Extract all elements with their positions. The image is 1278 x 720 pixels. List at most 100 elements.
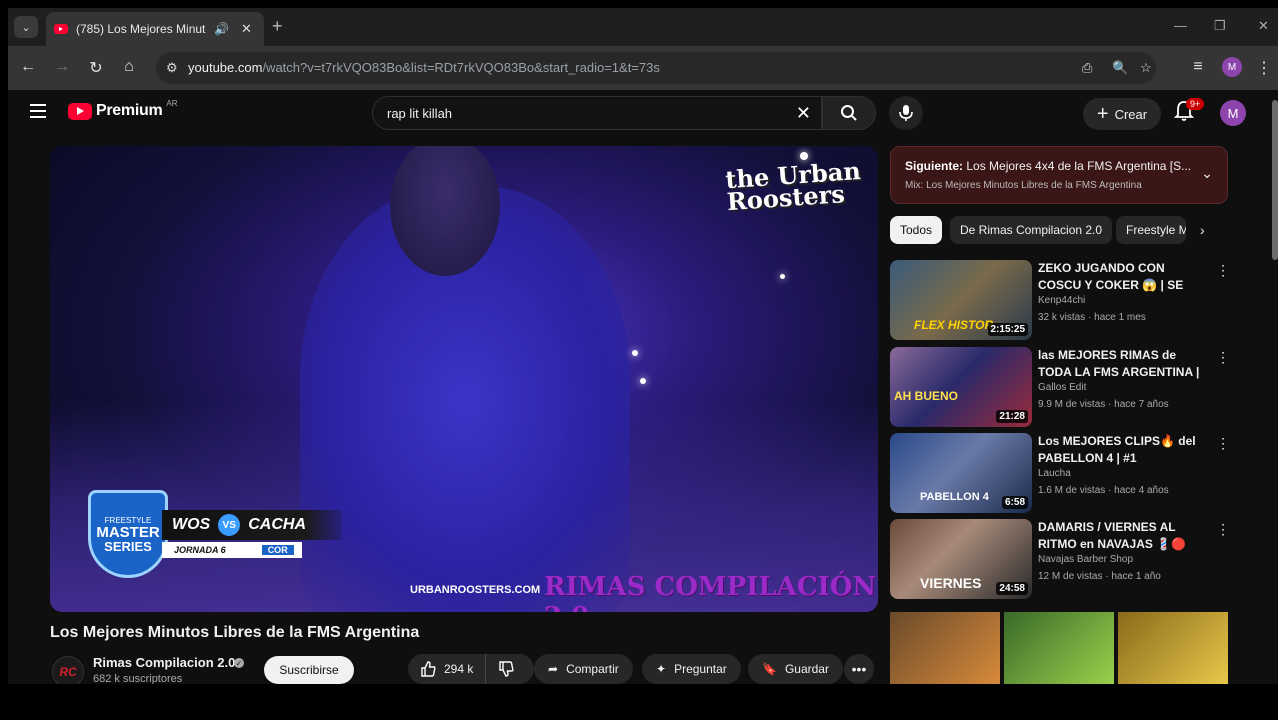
dislike-button[interactable] xyxy=(486,654,526,684)
duration-badge: 6:58 xyxy=(1001,496,1028,509)
search-input[interactable]: rap lit killah ✕ xyxy=(372,96,822,130)
recommended-video[interactable]: VIERNES 24:58 DAMARIS / VIERNES AL RITMO… xyxy=(890,519,1230,601)
chevron-down-icon[interactable]: ⌄ xyxy=(1201,165,1213,182)
video-thumbnail[interactable] xyxy=(1118,612,1228,684)
notification-badge: 9+ xyxy=(1186,98,1205,110)
matchup-banner: WOS VS CACHA xyxy=(162,510,342,540)
save-button[interactable]: 🔖 Guardar xyxy=(748,654,843,684)
fms-logo: FREESTYLE MASTER SERIES xyxy=(88,490,168,578)
jornada-label: JORNADA 6 xyxy=(174,545,226,555)
minimize-icon[interactable]: — xyxy=(1174,18,1187,33)
channel-avatar[interactable]: RC xyxy=(52,656,84,684)
subscribe-button[interactable]: Suscribirse xyxy=(264,656,354,684)
clear-search-icon[interactable]: ✕ xyxy=(796,103,811,124)
ask-button[interactable]: ✦ Preguntar xyxy=(642,654,741,684)
video-title: Los Mejores Minutos Libres de la FMS Arg… xyxy=(50,624,420,641)
recommended-video[interactable]: PABELLON 4 6:58 Los MEJORES CLIPS🔥 del P… xyxy=(890,433,1230,515)
thumbnail-text: PABELLON 4 xyxy=(920,491,989,503)
kebab-menu-icon[interactable]: ⋮ xyxy=(1216,349,1230,366)
kebab-menu-icon[interactable]: ⋮ xyxy=(1216,521,1230,538)
search-button[interactable] xyxy=(822,96,876,130)
browser-window: ⌄ (785) Los Mejores Minutos L 🔊 ✕ + — ❐ … xyxy=(8,8,1278,684)
rec-meta: 9.9 M de vistas · hace 7 años xyxy=(1038,399,1169,410)
filter-chips: Todos De Rimas Compilacion 2.0 Freestyle… xyxy=(890,216,1228,246)
tab-search-button[interactable]: ⌄ xyxy=(14,16,38,38)
speaker-icon[interactable]: 🔊 xyxy=(214,22,229,36)
menu-dots-icon[interactable]: ⋮ xyxy=(1254,58,1274,78)
youtube-premium-logo[interactable]: Premium AR xyxy=(68,99,178,120)
close-tab-icon[interactable]: ✕ xyxy=(241,21,252,37)
bookmark-star-icon[interactable]: ☆ xyxy=(1140,60,1152,76)
chip-channel[interactable]: De Rimas Compilacion 2.0 xyxy=(950,216,1113,244)
close-window-icon[interactable]: ✕ xyxy=(1258,18,1269,34)
save-label: Guardar xyxy=(784,662,829,676)
zoom-icon[interactable]: 🔍 xyxy=(1112,60,1128,76)
rec-channel: Navajas Barber Shop xyxy=(1038,554,1134,565)
new-tab-button[interactable]: + xyxy=(272,16,283,37)
address-bar[interactable]: ⚙ youtube.com/watch?v=t7rkVQO83Bo&list=R… xyxy=(156,52,1156,84)
browser-tab[interactable]: (785) Los Mejores Minutos L 🔊 ✕ xyxy=(46,12,264,46)
player-one: WOS xyxy=(172,516,211,533)
vs-badge: VS xyxy=(218,514,241,536)
video-thumbnail[interactable] xyxy=(1004,612,1114,684)
chevron-right-icon[interactable]: › xyxy=(1200,222,1205,238)
video-thumbnail[interactable] xyxy=(890,612,1000,684)
chip-freestyle[interactable]: Freestyle M xyxy=(1116,216,1186,244)
url-text: youtube.com/watch?v=t7rkVQO83Bo&list=RDt… xyxy=(188,60,660,75)
playlist-next-panel[interactable]: Siguiente: Los Mejores 4x4 de la FMS Arg… xyxy=(890,146,1228,204)
channel-watermark: RIMAS COMPILACIÓN 2.0 xyxy=(544,572,877,612)
media-queue-icon[interactable]: ≡ xyxy=(1188,58,1208,76)
rec-meta: 1.6 M de vistas · hace 4 años xyxy=(1038,485,1169,496)
recommended-video[interactable]: AH BUENO 21:28 las MEJORES RIMAS de TODA… xyxy=(890,347,1230,429)
fms-series-text: SERIES xyxy=(104,538,152,554)
restore-icon[interactable]: ❐ xyxy=(1214,18,1226,34)
video-thumbnail[interactable]: PABELLON 4 6:58 xyxy=(890,433,1032,513)
share-button[interactable]: ➦ Compartir xyxy=(534,654,633,684)
profile-avatar[interactable]: M xyxy=(1222,57,1242,77)
share-label: Compartir xyxy=(566,662,619,676)
more-thumbnails[interactable] xyxy=(890,612,1228,684)
site-watermark: URBANROOSTERS.COM xyxy=(410,584,541,596)
dots-icon: ••• xyxy=(851,661,867,677)
recommended-video[interactable]: FLEX HISTOR 2:15:25 ZEKO JUGANDO CON COS… xyxy=(890,260,1230,342)
chip-todos[interactable]: Todos xyxy=(890,216,943,244)
country-tag: COR xyxy=(261,545,294,555)
video-player[interactable]: the Urban Roosters FREESTYLE MASTER SERI… xyxy=(50,146,878,612)
create-label: Crear xyxy=(1114,106,1148,122)
kebab-menu-icon[interactable]: ⋮ xyxy=(1216,262,1230,279)
next-up-line: Siguiente: Los Mejores 4x4 de la FMS Arg… xyxy=(905,159,1191,173)
account-avatar[interactable]: M xyxy=(1220,100,1246,126)
video-thumbnail[interactable]: VIERNES 24:58 xyxy=(890,519,1032,599)
like-count: 294 k xyxy=(444,662,474,676)
search-icon xyxy=(841,105,857,121)
youtube-play-icon xyxy=(68,102,92,120)
install-icon[interactable]: ⎙ xyxy=(1082,60,1092,76)
page-scrollbar[interactable] xyxy=(1272,100,1278,260)
voice-search-button[interactable] xyxy=(889,96,923,130)
video-thumbnail[interactable]: AH BUENO 21:28 xyxy=(890,347,1032,427)
duration-badge: 21:28 xyxy=(996,410,1028,423)
hamburger-menu-icon[interactable] xyxy=(30,104,46,122)
thumbnail-text: VIERNES xyxy=(920,575,982,591)
microphone-icon xyxy=(899,105,913,121)
tab-strip: ⌄ (785) Los Mejores Minutos L 🔊 ✕ + — ❐ … xyxy=(8,8,1278,46)
video-thumbnail[interactable]: FLEX HISTOR 2:15:25 xyxy=(890,260,1032,340)
channel-name[interactable]: Rimas Compilacion 2.0 xyxy=(93,655,235,670)
kebab-menu-icon[interactable]: ⋮ xyxy=(1216,435,1230,452)
jornada-banner: JORNADA 6 COR xyxy=(162,542,302,558)
forward-icon[interactable]: → xyxy=(52,58,72,76)
stage-light xyxy=(640,378,646,384)
youtube-favicon-icon xyxy=(54,24,68,34)
back-icon[interactable]: ← xyxy=(18,58,38,76)
rec-channel: Gallos Edit xyxy=(1038,382,1087,393)
chevron-down-icon: ⌄ xyxy=(21,21,31,34)
like-button[interactable]: 294 k xyxy=(408,654,487,684)
stage-light xyxy=(632,350,638,356)
more-actions-button[interactable]: ••• xyxy=(844,654,874,684)
site-info-icon[interactable]: ⚙ xyxy=(166,60,178,76)
tab-title: (785) Los Mejores Minutos L xyxy=(76,22,206,36)
rec-meta: 12 M de vistas · hace 1 año xyxy=(1038,571,1161,582)
home-icon[interactable]: ⌂ xyxy=(119,58,139,76)
create-button[interactable]: + Crear xyxy=(1083,98,1161,130)
reload-icon[interactable]: ↻ xyxy=(86,58,106,78)
